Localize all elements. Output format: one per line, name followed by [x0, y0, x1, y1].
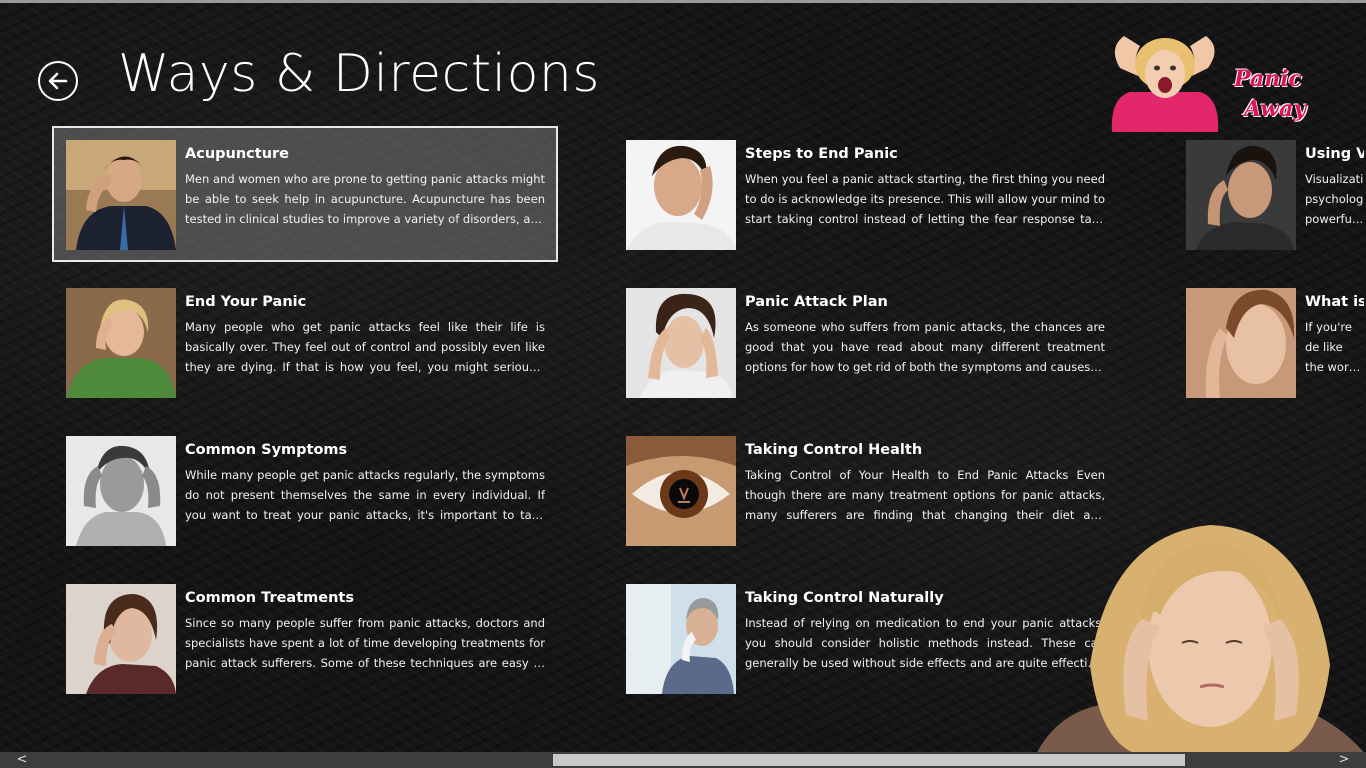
scrollbar-thumb[interactable] [553, 754, 1185, 766]
article-title: Steps to End Panic [745, 146, 898, 162]
article-title: Common Treatments [185, 590, 354, 606]
article-excerpt: As someone who suffers from panic attack… [745, 320, 1105, 374]
article-excerpt: Since so many people suffer from panic a… [185, 616, 545, 670]
article-tile-acupuncture[interactable]: Acupuncture Men and women who are prone … [52, 126, 558, 262]
article-thumbnail [626, 584, 736, 694]
article-thumbnail [66, 436, 176, 546]
article-excerpt: Men and women who are prone to getting p… [185, 172, 545, 226]
article-tile-common-symptoms[interactable]: Common Symptoms While many people get pa… [52, 422, 558, 558]
article-title: Taking Control Health [745, 442, 923, 458]
article-title: End Your Panic [185, 294, 307, 310]
panic-away-logo: Panic Away [1100, 28, 1310, 132]
logo-text-away: Away [1244, 96, 1307, 122]
horizontal-scrollbar[interactable]: < > [0, 752, 1366, 768]
article-excerpt: While many people get panic attacks regu… [185, 468, 545, 522]
article-tile-using-visualization[interactable]: Using Vis Visualization psychologic powe… [1172, 126, 1366, 262]
article-thumbnail [1186, 288, 1296, 398]
article-tile-steps-to-end-panic[interactable]: Steps to End Panic When you feel a panic… [612, 126, 1118, 262]
article-title: Common Symptoms [185, 442, 348, 458]
article-excerpt: Visualization psychologic powerful th [1305, 172, 1364, 226]
back-button[interactable] [38, 61, 78, 101]
article-tile-what-is-a[interactable]: What is a If you're de like the wor expe… [1172, 274, 1366, 410]
screaming-woman-image [1111, 36, 1219, 132]
worried-woman-image [1030, 525, 1366, 768]
article-thumbnail [66, 288, 176, 398]
article-title: Taking Control Naturally [745, 590, 944, 606]
article-excerpt: When you feel a panic attack starting, t… [745, 172, 1105, 226]
article-title: Using Vis [1305, 146, 1366, 162]
article-title: Acupuncture [185, 146, 289, 162]
article-thumbnail [626, 288, 736, 398]
article-thumbnail [66, 584, 176, 694]
article-thumbnail [626, 140, 736, 250]
article-tile-common-treatments[interactable]: Common Treatments Since so many people s… [52, 570, 558, 706]
article-title: Panic Attack Plan [745, 294, 888, 310]
article-tile-panic-attack-plan[interactable]: Panic Attack Plan As someone who suffers… [612, 274, 1118, 410]
back-arrow-icon [48, 72, 68, 90]
article-excerpt: Many people who get panic attacks feel l… [185, 320, 545, 374]
logo-text-panic: Panic [1234, 66, 1302, 92]
top-edge [0, 0, 1366, 3]
article-title: What is a [1305, 294, 1366, 310]
scroll-left-arrow[interactable]: < [14, 752, 30, 768]
article-thumbnail [1186, 140, 1296, 250]
scroll-right-arrow[interactable]: > [1336, 752, 1352, 768]
article-thumbnail [626, 436, 736, 546]
page-title: Ways & Directions [118, 44, 600, 104]
article-tile-end-your-panic[interactable]: End Your Panic Many people who get panic… [52, 274, 558, 410]
article-thumbnail [66, 140, 176, 250]
article-excerpt: If you're de like the wor experience [1305, 320, 1352, 374]
